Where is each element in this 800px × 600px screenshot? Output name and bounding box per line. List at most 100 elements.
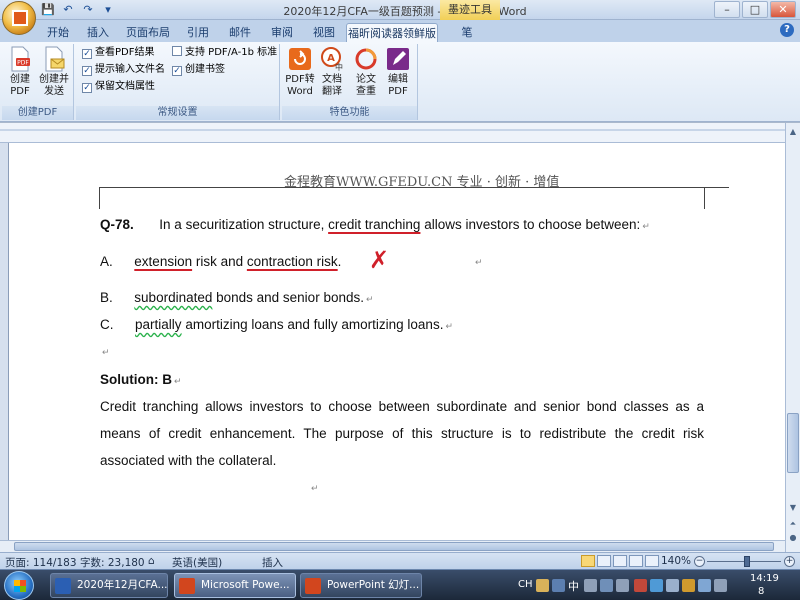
pdf-email-icon — [45, 46, 65, 72]
print-layout-icon[interactable] — [581, 555, 595, 567]
clock-time[interactable]: 14:19 — [750, 573, 779, 584]
pdf-to-word-button[interactable]: PDF转 Word — [284, 46, 316, 98]
tab-pen[interactable]: 笔 — [452, 23, 482, 42]
tab-page-layout[interactable]: 页面布局 — [122, 23, 174, 42]
checkbox-keep-doc-properties[interactable]: ✓ 保留文档属性 — [82, 80, 155, 94]
windows-logo-icon — [14, 580, 26, 592]
question-line: Q-78. In a securitization structure, cre… — [100, 217, 650, 232]
settings-icon[interactable] — [616, 579, 629, 592]
header-rule-right — [704, 187, 705, 209]
option-a-part1: extension — [134, 254, 193, 269]
paragraph-mark: ↵ — [642, 221, 650, 231]
outline-icon[interactable] — [629, 555, 643, 567]
checkbox-prompt-filename[interactable]: ✓ 提示输入文件名 — [82, 63, 165, 77]
plagiarism-line1: 论文 — [356, 74, 376, 85]
vertical-scrollbar[interactable]: ▲ ▼ ⏶ ● — [785, 123, 800, 552]
tab-references[interactable]: 引用 — [180, 23, 216, 42]
plagiarism-check-button[interactable]: 论文 查重 — [350, 46, 382, 98]
solution-text: Credit tranching allows investors to cho… — [100, 399, 704, 468]
tray-ime[interactable]: 中 — [568, 578, 579, 594]
browse-object-icon[interactable]: ● — [787, 531, 799, 545]
checkbox-create-bookmarks[interactable]: ✓ 创建书签 — [172, 63, 225, 77]
flag-icon[interactable] — [682, 579, 695, 592]
tab-review[interactable]: 审阅 — [264, 23, 300, 42]
tab-mailings[interactable]: 邮件 — [222, 23, 258, 42]
help-icon[interactable]: ? — [780, 23, 794, 37]
web-layout-icon[interactable] — [613, 555, 627, 567]
full-screen-reading-icon[interactable] — [597, 555, 611, 567]
pdf-doc-icon: PDF — [11, 46, 30, 72]
translate-line1: 文档 — [322, 74, 342, 85]
edit-pdf-button[interactable]: 编辑 PDF — [382, 46, 414, 98]
taskbar-item-powerpoint[interactable]: Microsoft Powe... — [174, 573, 296, 598]
translate-button[interactable]: A 中 文档 翻译 — [316, 46, 348, 98]
tab-view[interactable]: 视图 — [306, 23, 342, 42]
group-features: PDF转 Word A 中 文档 翻译 论文 查重 编辑 PDF 特色功能 — [282, 44, 418, 120]
document-area[interactable]: 金程教育WWW.GFEDU.CN 专业 · 创新 · 增值 Q-78. In a… — [0, 143, 785, 552]
punctuation-icon[interactable] — [584, 579, 597, 592]
context-tab-title: 墨迹工具 — [440, 0, 500, 20]
checkbox-label: 支持 PDF/A-1b 标准 — [185, 47, 278, 58]
status-language[interactable]: 英语(美国) — [172, 555, 222, 570]
tab-home[interactable]: 开始 — [40, 23, 76, 42]
antivirus-icon[interactable] — [634, 579, 647, 592]
notification-icon[interactable] — [698, 579, 711, 592]
office-button[interactable] — [2, 1, 36, 35]
previous-page-icon[interactable]: ⏶ — [787, 517, 799, 531]
vertical-scroll-thumb[interactable] — [787, 413, 799, 473]
horizontal-scrollbar[interactable] — [0, 540, 785, 552]
status-words[interactable]: 字数: 23,180 — [80, 555, 145, 570]
create-pdf-button[interactable]: PDF 创建 PDF — [4, 46, 36, 98]
minimize-button[interactable]: – — [714, 1, 740, 18]
scroll-up-icon[interactable]: ▲ — [787, 125, 799, 139]
status-insert-mode[interactable]: 插入 — [262, 555, 283, 570]
tray-lang[interactable]: CH — [518, 579, 533, 590]
maximize-button[interactable]: □ — [742, 1, 768, 18]
taskbar: 2020年12月CFA... Microsoft Powe... PowerPo… — [0, 569, 800, 600]
taskbar-item-word[interactable]: 2020年12月CFA... — [50, 573, 168, 598]
svg-text:中: 中 — [335, 62, 343, 72]
tab-foxit-reader[interactable]: 福昕阅读器领鲜版 — [346, 23, 438, 42]
clock-date[interactable]: 8 — [758, 586, 764, 597]
draft-icon[interactable] — [645, 555, 659, 567]
paragraph-mark: ↵ — [311, 483, 319, 493]
checkbox-pdfa-support[interactable]: 支持 PDF/A-1b 标准 — [172, 46, 277, 60]
ribbon: PDF 创建 PDF 创建并 发送 创建 PDF ✓ 查看PDF结果 ✓ 提示输入文件… — [0, 42, 800, 122]
zoom-out-icon[interactable]: − — [694, 556, 705, 567]
document-page[interactable]: 金程教育WWW.GFEDU.CN 专业 · 创新 · 增值 Q-78. In a… — [8, 143, 785, 552]
option-c: C. partially amortizing loans and fully … — [100, 317, 453, 332]
ruler-track — [0, 129, 785, 131]
display-icon[interactable] — [666, 579, 679, 592]
status-page[interactable]: 页面: 114/183 — [5, 555, 77, 570]
close-button[interactable]: ✕ — [770, 1, 796, 18]
question-underlined: credit tranching — [328, 217, 421, 232]
ime-mode-icon[interactable] — [552, 579, 565, 592]
create-pdf-line1: 创建 — [10, 74, 30, 85]
scroll-down-icon[interactable]: ▼ — [787, 501, 799, 515]
keyboard-icon[interactable] — [600, 579, 613, 592]
start-button[interactable] — [4, 571, 34, 600]
option-c-part1: partially — [135, 317, 182, 332]
option-letter: B. — [100, 290, 113, 305]
zoom-in-icon[interactable]: + — [784, 556, 795, 567]
proofing-icon[interactable]: ⌂ — [148, 555, 155, 567]
volume-icon[interactable] — [714, 579, 727, 592]
option-letter: A. — [100, 254, 113, 269]
taskbar-item-slideshow[interactable]: PowerPoint 幻灯... — [300, 573, 422, 598]
ime-toolbar-icon[interactable] — [536, 579, 549, 592]
option-a-part3: contraction risk — [246, 254, 338, 269]
horizontal-scroll-thumb[interactable] — [14, 542, 774, 551]
create-and-send-button[interactable]: 创建并 发送 — [38, 46, 70, 98]
option-c-part2: amortizing loans and fully amortizing lo… — [181, 317, 444, 332]
tab-insert[interactable]: 插入 — [80, 23, 116, 42]
network-icon[interactable] — [650, 579, 663, 592]
checkbox-view-pdf-result[interactable]: ✓ 查看PDF结果 — [82, 46, 154, 60]
red-x-mark: ✗ — [369, 246, 390, 274]
checkbox-label: 保留文档属性 — [95, 81, 155, 92]
zoom-slider-knob[interactable] — [744, 556, 750, 567]
pdf-to-word-line2: Word — [287, 86, 313, 97]
zoom-level[interactable]: 140% — [661, 555, 691, 567]
checkbox-icon: ✓ — [82, 83, 92, 93]
option-a-part4: . — [337, 254, 342, 269]
paragraph-mark: ↵ — [365, 294, 374, 304]
